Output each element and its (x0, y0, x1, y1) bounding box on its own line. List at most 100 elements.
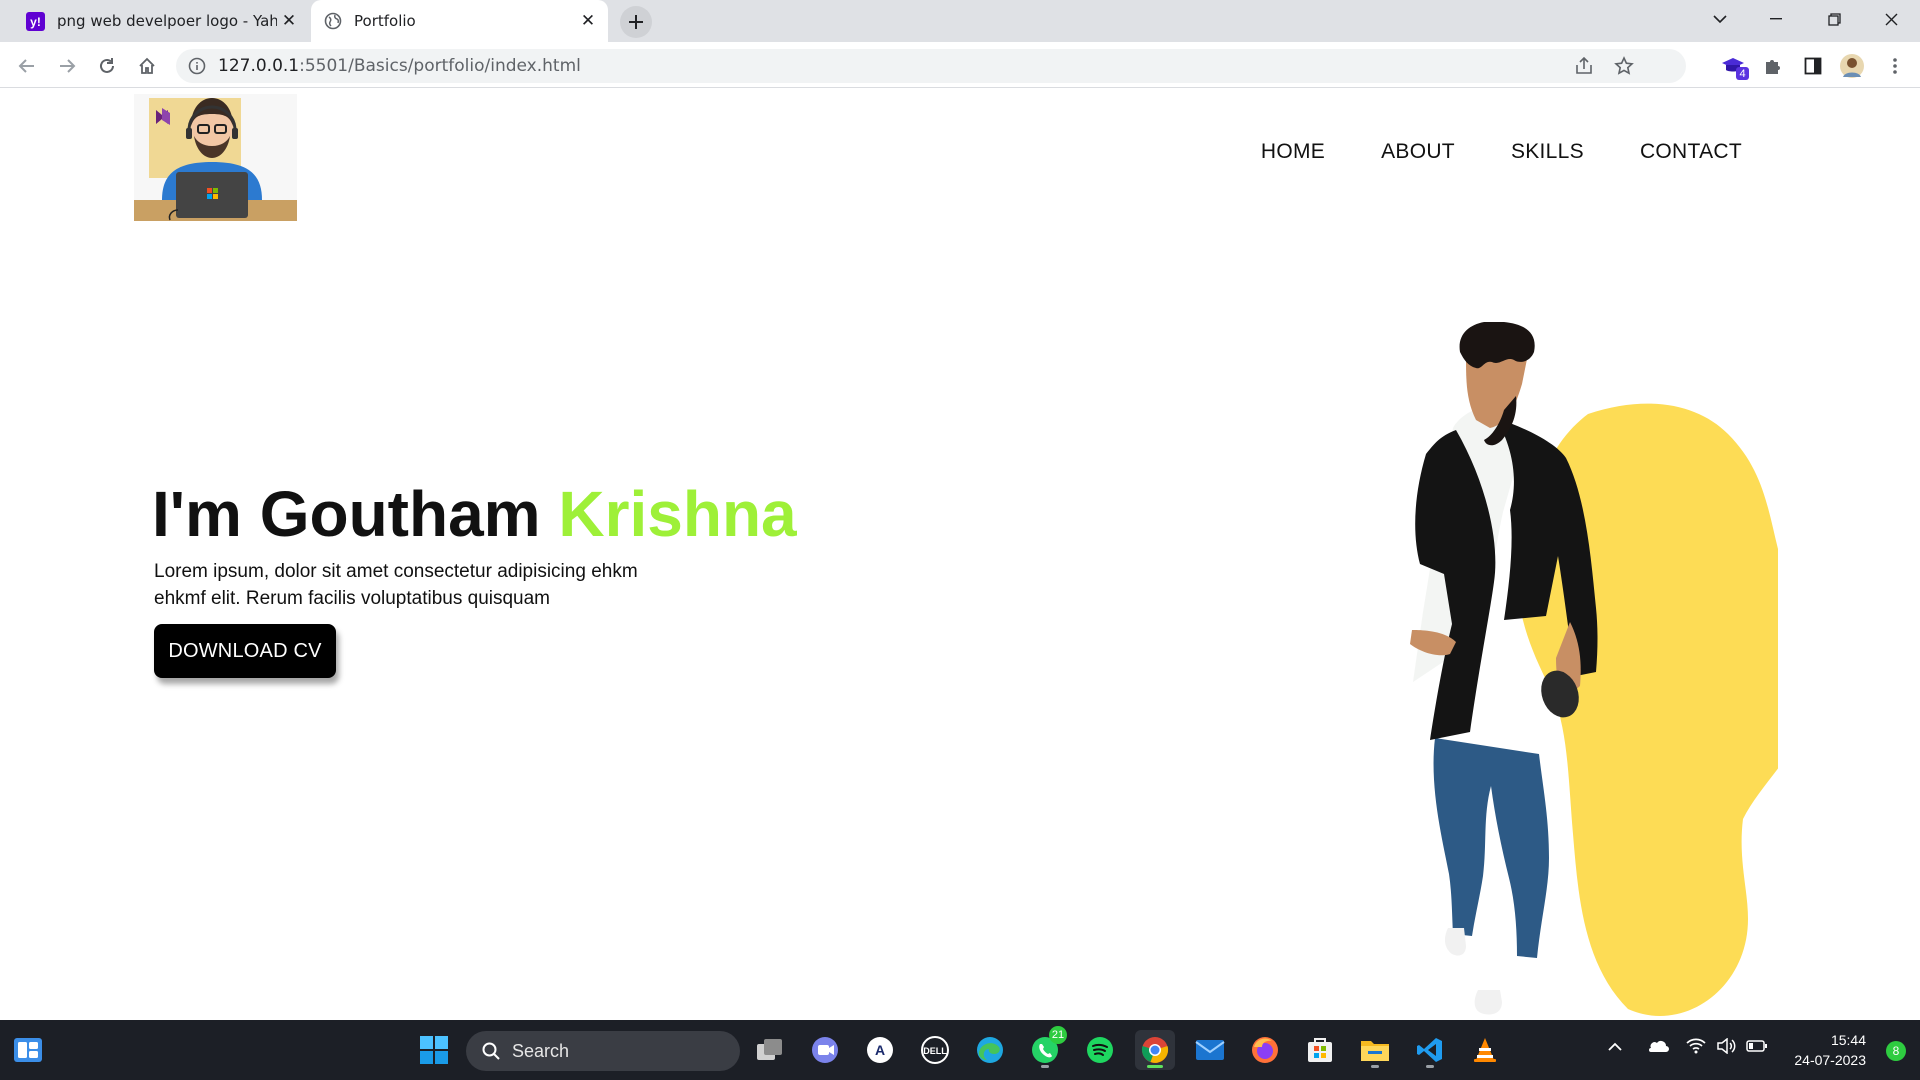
mail-button[interactable] (1190, 1030, 1230, 1070)
widgets-icon (14, 1038, 42, 1062)
vscode-icon (1417, 1038, 1442, 1062)
extension-badge: 4 (1736, 67, 1749, 80)
mail-icon (1195, 1040, 1225, 1060)
teams-icon (812, 1037, 838, 1063)
url-host: 127.0.0.1 (218, 56, 300, 76)
nav-contact[interactable]: CONTACT (1640, 140, 1742, 164)
extension-button[interactable]: 4 (1718, 51, 1749, 81)
forward-button[interactable] (52, 51, 82, 81)
hero-title-name: I'm Goutham (152, 478, 559, 550)
chevron-down-icon (1713, 15, 1727, 24)
extensions-button[interactable] (1758, 51, 1788, 81)
vscode-button[interactable] (1410, 1030, 1450, 1070)
restore-icon (1827, 12, 1841, 26)
globe-icon (323, 12, 342, 31)
nav-about[interactable]: ABOUT (1381, 140, 1455, 164)
home-button[interactable] (132, 51, 162, 81)
app-a-icon: A (867, 1037, 893, 1063)
nav-skills[interactable]: SKILLS (1511, 140, 1584, 164)
taskbar-search[interactable]: Search (466, 1031, 740, 1071)
svg-text:A: A (875, 1042, 885, 1058)
profile-button[interactable] (1837, 51, 1867, 81)
hair (1459, 322, 1535, 369)
jeans (1433, 738, 1549, 958)
yahoo-icon: y! (26, 11, 45, 31)
task-view-button[interactable] (750, 1030, 790, 1070)
running-indicator (1371, 1065, 1379, 1068)
close-tab-icon[interactable]: ✕ (576, 9, 600, 33)
arrow-right-icon (60, 59, 76, 73)
vlc-button[interactable] (1465, 1030, 1505, 1070)
onedrive-cloud-icon[interactable] (1647, 1038, 1669, 1057)
home-icon (139, 57, 155, 74)
close-window-button[interactable] (1863, 0, 1919, 38)
notification-badge[interactable]: 8 (1886, 1041, 1906, 1061)
reload-button[interactable] (92, 51, 122, 81)
edge-button[interactable] (970, 1030, 1010, 1070)
chrome-menu-button[interactable] (1880, 51, 1910, 81)
chrome-button[interactable] (1135, 1030, 1175, 1070)
store-button[interactable] (1300, 1030, 1340, 1070)
dell-icon: DELL (921, 1036, 949, 1064)
site-info-icon[interactable] (188, 57, 206, 79)
svg-text:DELL: DELL (923, 1046, 947, 1056)
spotify-icon (1087, 1037, 1113, 1063)
svg-text:y!: y! (30, 15, 41, 29)
restore-button[interactable] (1806, 0, 1862, 38)
active-indicator (1147, 1065, 1163, 1068)
whatsapp-button[interactable]: 21 (1025, 1026, 1067, 1070)
new-tab-button[interactable] (620, 6, 652, 38)
task-view-icon (757, 1039, 782, 1060)
developer-logo[interactable] (134, 94, 297, 221)
battery-icon[interactable] (1746, 1038, 1768, 1057)
store-icon (1308, 1038, 1332, 1062)
back-button[interactable] (12, 51, 42, 81)
show-hidden-icons-chevron-icon[interactable] (1607, 1038, 1623, 1057)
more-vertical-icon (1893, 58, 1897, 74)
hero-illustration (1410, 322, 1778, 1016)
file-explorer-button[interactable] (1355, 1030, 1395, 1070)
address-bar[interactable]: 127.0.0.1:5501/Basics/portfolio/index.ht… (176, 49, 1686, 83)
widgets-button[interactable] (8, 1030, 48, 1070)
edge-icon (977, 1037, 1003, 1063)
bookmark-star-icon[interactable] (1614, 56, 1634, 80)
plus-icon (629, 15, 643, 29)
tab-search-button[interactable] (1692, 0, 1748, 38)
firefox-button[interactable] (1245, 1030, 1285, 1070)
clock-time: 15:44 (1830, 1032, 1866, 1048)
side-panel-icon (1804, 57, 1822, 75)
minimize-button[interactable] (1748, 0, 1804, 38)
browser-tab-bar: y! png web develpoer logo - Yahoo ✕ Port… (0, 0, 1920, 42)
spotify-button[interactable] (1080, 1030, 1120, 1070)
search-label: Search (512, 1040, 570, 1061)
download-cv-button[interactable]: DOWNLOAD CV (154, 624, 336, 678)
running-indicator (1041, 1065, 1049, 1068)
url-text: 127.0.0.1:5501/Basics/portfolio/index.ht… (218, 56, 581, 76)
clock[interactable]: 15:44 24-07-2023 (1794, 1030, 1866, 1070)
tab-title: Portfolio (354, 12, 416, 30)
vlc-icon (1474, 1038, 1496, 1062)
start-button[interactable] (414, 1030, 454, 1070)
tab-yahoo-search[interactable]: y! png web develpoer logo - Yahoo ✕ (14, 0, 309, 42)
chrome-icon (1141, 1037, 1169, 1063)
reload-icon (100, 58, 114, 73)
dell-button[interactable]: DELL (915, 1030, 955, 1070)
hero-title-accent: Krishna (558, 478, 797, 550)
side-panel-button[interactable] (1798, 51, 1828, 81)
windows-start-icon (420, 1036, 448, 1064)
app-button[interactable]: A (860, 1030, 900, 1070)
share-icon[interactable] (1574, 56, 1594, 80)
nav-home[interactable]: HOME (1261, 140, 1325, 164)
teams-chat-button[interactable] (805, 1030, 845, 1070)
running-indicator (1426, 1065, 1434, 1068)
close-tab-icon[interactable]: ✕ (277, 9, 301, 33)
main-nav: HOME ABOUT SKILLS CONTACT (1261, 140, 1742, 164)
puzzle-icon (1766, 60, 1780, 74)
firefox-icon (1252, 1037, 1278, 1063)
tab-portfolio[interactable]: Portfolio ✕ (311, 0, 608, 42)
wifi-icon[interactable] (1686, 1038, 1706, 1058)
whatsapp-badge: 21 (1049, 1026, 1067, 1044)
volume-icon[interactable] (1716, 1037, 1736, 1058)
hero-description: Lorem ipsum, dolor sit amet consectetur … (154, 561, 638, 609)
folder-icon (1361, 1041, 1389, 1061)
